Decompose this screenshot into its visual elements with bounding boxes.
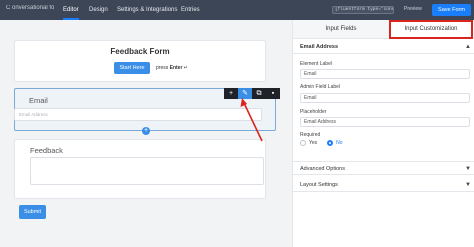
press-key: Enter [169,65,183,71]
tab-editor[interactable]: Editor [63,0,79,20]
email-input[interactable]: Email Address [14,108,262,121]
required-no-radio[interactable] [327,140,334,146]
tab-input-customization[interactable]: Input Customization [389,20,473,39]
breadcrumb[interactable]: C onversational fo... [6,5,54,11]
settings-panel: Input Fields Input Customization Email A… [292,20,474,247]
add-field-plus-icon[interactable]: + [142,127,150,135]
element-label-input[interactable]: Email [300,69,470,79]
duplicate-icon[interactable]: ⧉ [252,88,266,99]
admin-label-caption: Admin Field Label [300,84,341,90]
required-caption: Required [300,132,321,138]
section-email-title: Email Address [300,44,339,50]
chevron-up-icon: ▲ [465,44,471,50]
layout-settings-title: Layout Settings [300,182,338,188]
form-title: Feedback Form [110,47,170,56]
tab-settings-integrations[interactable]: Settings & Integrations [117,0,177,20]
required-no-label: No [336,140,343,146]
advanced-options-title: Advanced Options [300,166,345,172]
press-enter-hint: press Enter ↵ [156,65,188,71]
section-layout-settings[interactable]: Layout Settings ▼ [293,178,474,192]
section-email-address[interactable]: Email Address ▲ [293,40,474,54]
chevron-down-icon: ▼ [465,166,471,172]
chevron-down-icon: ▼ [465,182,471,188]
enter-icon: ↵ [183,65,188,71]
section-advanced-options[interactable]: Advanced Options ▼ [293,161,474,175]
feedback-textarea[interactable] [30,157,264,185]
start-here-button[interactable]: Start Here [114,62,150,74]
submit-button[interactable]: Submit [19,205,46,219]
shortcode-field[interactable]: [fluentform type="conversi [332,6,394,14]
placeholder-input[interactable]: Email Address [300,117,470,127]
email-field-label: Email [29,96,48,105]
save-form-button[interactable]: Save Form [432,4,471,16]
required-yes-label: Yes [309,140,318,146]
edit-pencil-icon[interactable]: ✎ [238,88,252,99]
press-prefix: press [156,65,169,71]
tab-design[interactable]: Design [89,0,108,20]
required-yes-radio[interactable] [300,140,306,146]
welcome-screen-card[interactable]: Feedback Form Start Here press Enter ↵ [14,40,266,82]
tab-input-fields[interactable]: Input Fields [293,20,389,39]
required-radio-group: Yes No [300,140,353,146]
top-bar: C onversational fo... Editor Design Sett… [0,0,474,20]
field-toolbar: + ✎ ⧉ ▪ [224,88,280,99]
element-label-caption: Element Label [300,61,332,67]
admin-label-input[interactable]: Email [300,93,470,103]
feedback-field-label: Feedback [30,146,63,155]
delete-icon[interactable]: ▪ [266,88,280,99]
tab-entries[interactable]: Entries [181,0,200,20]
placeholder-caption: Placeholder [300,109,327,115]
move-icon[interactable]: + [224,88,238,99]
preview-link[interactable]: Preview [404,6,422,12]
